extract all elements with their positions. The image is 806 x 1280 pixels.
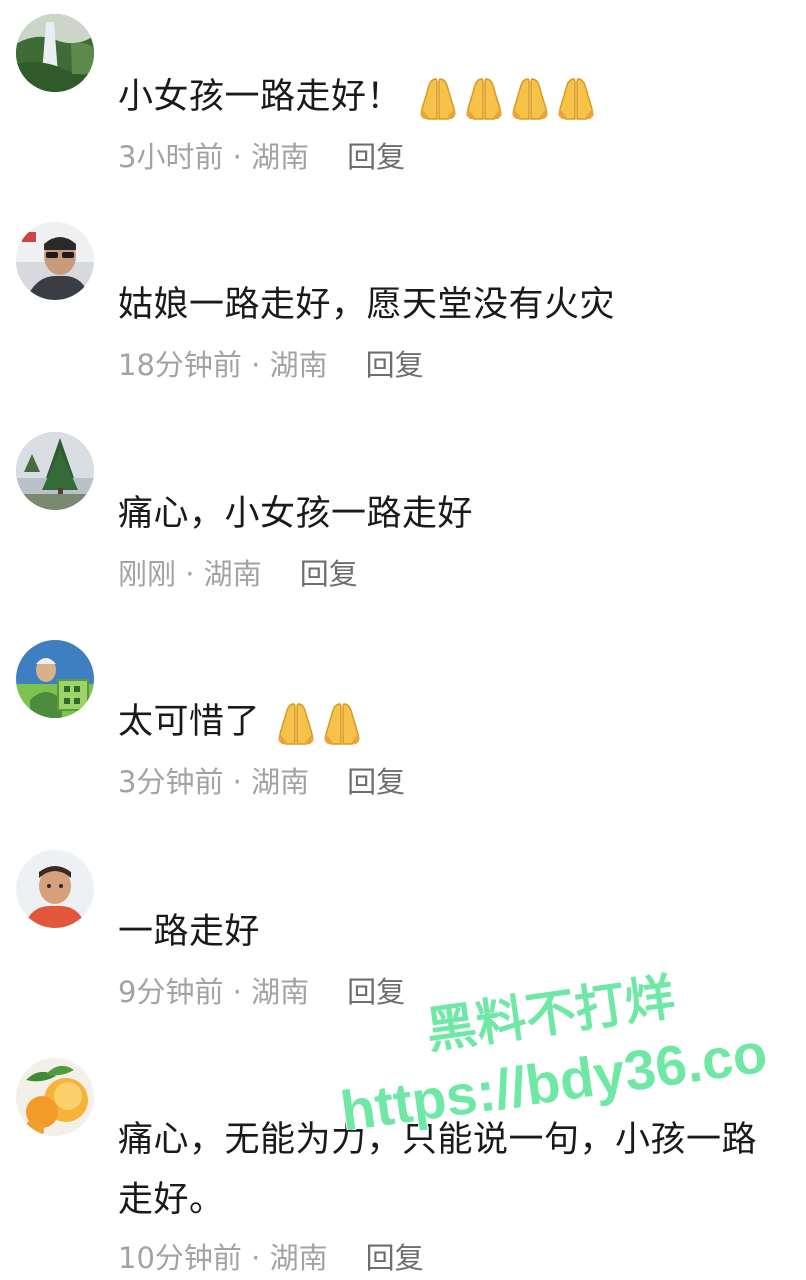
comment-meta: 刚刚 · 湖南 回复 xyxy=(118,554,358,594)
comment-time: 刚刚 xyxy=(118,557,177,591)
comment-time: 18分钟前 xyxy=(118,348,242,382)
meta-separator: · xyxy=(241,1241,270,1275)
comment-text: 痛心，无能为力，只能说一句，小孩一路走好。 xyxy=(118,1110,778,1230)
user-avatar-peaches-icon[interactable] xyxy=(16,1058,94,1136)
comment-location: 湖南 xyxy=(251,975,310,1009)
meta-separator: · xyxy=(223,140,252,174)
comment-body: 姑娘一路走好，愿天堂没有火灾 xyxy=(118,285,616,325)
folded-hands-emoji-icon xyxy=(462,75,506,121)
folded-hands-emoji-group xyxy=(272,702,364,745)
meta-separator: · xyxy=(176,557,204,591)
comment-body: 太可惜了 xyxy=(118,702,261,742)
comment-text: 痛心，小女孩一路走好 xyxy=(118,484,778,544)
comment-location: 湖南 xyxy=(251,140,310,174)
comment-body: 小女孩一路走好！ xyxy=(118,77,403,117)
reply-button[interactable]: 回复 xyxy=(347,137,405,177)
user-avatar-elderly-woman-icon[interactable] xyxy=(16,640,94,718)
comment-time: 10分钟前 xyxy=(118,1241,242,1275)
comment-meta: 18分钟前 · 湖南 回复 xyxy=(118,345,424,385)
user-avatar-man-portrait-icon[interactable] xyxy=(16,850,94,928)
comment-time: 3小时前 xyxy=(118,140,224,174)
watermark-line1: 黑料不打烊 xyxy=(423,969,678,1059)
comment-location: 湖南 xyxy=(203,557,262,591)
comment-time: 3分钟前 xyxy=(118,765,224,799)
user-avatar-man-sunglasses-icon[interactable] xyxy=(16,222,94,300)
folded-hands-emoji-icon xyxy=(320,700,364,746)
comment-text: 一路走好 xyxy=(118,902,778,962)
reply-button[interactable]: 回复 xyxy=(347,762,405,802)
meta-separator: · xyxy=(241,348,270,382)
comment-text: 太可惜了 xyxy=(118,692,778,752)
comment-time: 9分钟前 xyxy=(118,975,224,1009)
comment-body: 一路走好 xyxy=(118,912,261,952)
folded-hands-emoji-icon xyxy=(274,700,318,746)
comment-meta: 9分钟前 · 湖南 回复 xyxy=(118,972,405,1012)
reply-button[interactable]: 回复 xyxy=(347,972,405,1012)
comment-text: 姑娘一路走好，愿天堂没有火灾 xyxy=(118,275,778,335)
reply-button[interactable]: 回复 xyxy=(366,1238,424,1278)
folded-hands-emoji-icon xyxy=(416,75,460,121)
comment-body: 痛心，无能为力，只能说一句，小孩一路走好。 xyxy=(118,1120,758,1220)
comment-location: 湖南 xyxy=(269,1241,328,1275)
comment-meta: 3分钟前 · 湖南 回复 xyxy=(118,762,405,802)
comment-body: 痛心，小女孩一路走好 xyxy=(118,494,474,534)
meta-separator: · xyxy=(223,765,252,799)
comment-location: 湖南 xyxy=(251,765,310,799)
reply-button[interactable]: 回复 xyxy=(366,345,424,385)
comment-text: 小女孩一路走好！ xyxy=(118,67,778,127)
folded-hands-emoji-group xyxy=(414,77,598,120)
comment-meta: 3小时前 · 湖南 回复 xyxy=(118,137,405,177)
meta-separator: · xyxy=(223,975,252,1009)
user-avatar-tree-icon[interactable] xyxy=(16,432,94,510)
comment-meta: 10分钟前 · 湖南 回复 xyxy=(118,1238,424,1278)
folded-hands-emoji-icon xyxy=(554,75,598,121)
user-avatar-waterfall-icon[interactable] xyxy=(16,14,94,92)
comment-location: 湖南 xyxy=(269,348,328,382)
reply-button[interactable]: 回复 xyxy=(300,554,358,594)
folded-hands-emoji-icon xyxy=(508,75,552,121)
